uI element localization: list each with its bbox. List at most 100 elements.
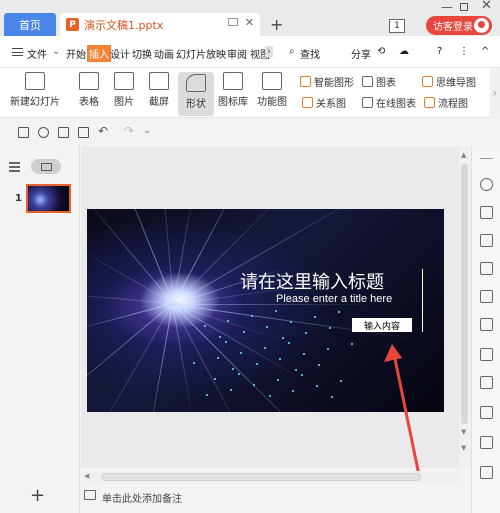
shapes-icon[interactable]: [480, 234, 493, 247]
guest-login-button[interactable]: 访客登录: [426, 16, 492, 35]
image-panel-icon[interactable]: [480, 376, 493, 389]
export-icon[interactable]: [38, 127, 49, 138]
online-chart-button[interactable]: 在线图表: [362, 95, 416, 110]
light-speck: [266, 326, 269, 328]
backup-icon[interactable]: [480, 466, 493, 479]
share-panel-icon[interactable]: [480, 406, 493, 419]
flowchart-button[interactable]: 流程图: [424, 95, 468, 110]
tab-window-icon[interactable]: [228, 18, 238, 26]
light-speck: [268, 395, 271, 397]
light-ray: [87, 303, 173, 336]
add-slide-button[interactable]: +: [30, 485, 45, 506]
menu-review[interactable]: 审阅: [227, 46, 247, 61]
settings-sliders-icon[interactable]: [480, 348, 493, 361]
home-tab[interactable]: 首页: [4, 13, 56, 36]
scroll-down-icon[interactable]: ▼: [461, 428, 466, 436]
menu-more-arrow[interactable]: ›: [265, 46, 273, 57]
relation-icon: [302, 97, 313, 108]
light-speck: [318, 364, 321, 366]
light-speck: [279, 358, 282, 360]
next-page-icon[interactable]: ▼: [461, 444, 466, 452]
minimize-icon[interactable]: —: [441, 0, 453, 14]
grid-icon[interactable]: [480, 290, 493, 303]
print-icon[interactable]: [58, 127, 69, 138]
print-preview-icon[interactable]: [78, 127, 89, 138]
mind-map-button[interactable]: 思维导图: [422, 74, 476, 89]
scroll-left-icon[interactable]: ◀: [84, 472, 89, 480]
style-icon[interactable]: [480, 262, 493, 275]
light-speck: [331, 396, 334, 398]
ribbon-scroll-right[interactable]: ›: [490, 68, 500, 118]
save-icon[interactable]: [18, 127, 29, 138]
light-speck: [281, 337, 284, 339]
more-icon[interactable]: ⋮: [459, 46, 469, 57]
menu-design[interactable]: 设计: [110, 46, 130, 61]
menu-slideshow[interactable]: 幻灯片放映: [176, 46, 226, 61]
content-input-box[interactable]: 输入内容: [352, 318, 412, 332]
chart-icon: [362, 76, 373, 87]
tab-count-badge[interactable]: 1: [389, 19, 405, 33]
light-speck: [227, 320, 230, 322]
design-icon[interactable]: [480, 206, 493, 219]
screenshot-button[interactable]: 截屏: [144, 72, 174, 108]
picture-button[interactable]: 图片: [109, 72, 139, 108]
notes-placeholder[interactable]: 单击此处添加备注: [102, 490, 182, 505]
cloud-icon[interactable]: ☁: [399, 46, 409, 57]
menu-file[interactable]: 文件: [27, 46, 47, 61]
undo-icon[interactable]: ↶: [98, 124, 108, 138]
menu-insert[interactable]: 插入: [87, 45, 111, 62]
horizontal-scroll-thumb[interactable]: [101, 473, 421, 481]
icon-library-icon: [223, 72, 243, 90]
collapse-ribbon-icon[interactable]: ^: [481, 46, 489, 57]
light-speck: [264, 347, 266, 349]
relation-button[interactable]: 关系图: [302, 95, 346, 110]
shape-button[interactable]: 形状: [178, 72, 214, 116]
ppt-file-icon: P: [66, 18, 79, 31]
notes-icon: [84, 490, 96, 500]
light-speck: [203, 325, 206, 327]
chevron-down-icon[interactable]: ⌄: [52, 46, 60, 57]
vertical-scrollbar[interactable]: ▲ ▼ ▼: [459, 146, 471, 468]
close-icon[interactable]: ✕: [481, 0, 492, 13]
search-icon[interactable]: ⌕: [289, 46, 295, 57]
customize-toolbar-icon[interactable]: ⌄: [143, 125, 151, 136]
light-ray: [87, 303, 173, 412]
menu-animation[interactable]: 动画: [154, 46, 174, 61]
new-tab-button[interactable]: +: [270, 15, 283, 34]
light-speck: [240, 352, 243, 354]
chart-panel-icon[interactable]: [480, 318, 493, 331]
menu-home[interactable]: 开始: [66, 46, 86, 61]
search-label[interactable]: 查找: [300, 46, 320, 61]
chart-button[interactable]: 图表: [362, 74, 396, 89]
tab-close-icon[interactable]: ✕: [245, 16, 254, 29]
light-speck: [305, 332, 308, 334]
redo-icon[interactable]: ↷: [124, 124, 134, 138]
function-chart-button[interactable]: 功能图: [253, 72, 291, 108]
slides-view-toggle[interactable]: [31, 159, 61, 174]
help-icon[interactable]: ?: [437, 46, 442, 57]
new-slide-button[interactable]: 新建幻灯片: [8, 72, 62, 108]
smart-graphic-button[interactable]: 智能图形: [300, 74, 354, 89]
horizontal-scrollbar[interactable]: ◀: [81, 471, 459, 483]
notes-bar[interactable]: 单击此处添加备注: [81, 484, 471, 513]
icon-library-button[interactable]: 图标库: [218, 72, 248, 108]
maximize-icon[interactable]: [460, 3, 468, 11]
scroll-up-icon[interactable]: ▲: [461, 151, 466, 159]
slide-title[interactable]: 请在这里输入标题: [240, 268, 384, 294]
light-ray: [172, 209, 195, 305]
light-speck: [251, 315, 253, 317]
document-tab[interactable]: P 演示文稿1.pptx ✕: [60, 13, 260, 36]
light-speck: [313, 316, 316, 318]
archive-icon[interactable]: [480, 436, 493, 449]
share-button[interactable]: 分享: [351, 46, 371, 61]
outline-view-icon[interactable]: [9, 162, 20, 172]
slide-thumbnail[interactable]: [26, 184, 71, 213]
table-button[interactable]: 表格: [74, 72, 104, 108]
hamburger-icon[interactable]: [12, 48, 23, 56]
vertical-scroll-thumb[interactable]: [461, 164, 468, 424]
slide-subtitle[interactable]: Please enter a title here: [276, 293, 392, 305]
object-properties-icon[interactable]: [480, 178, 493, 191]
menu-transition[interactable]: 切换: [132, 46, 152, 61]
light-speck: [214, 378, 217, 380]
collaborate-icon[interactable]: ⟲: [377, 46, 385, 57]
